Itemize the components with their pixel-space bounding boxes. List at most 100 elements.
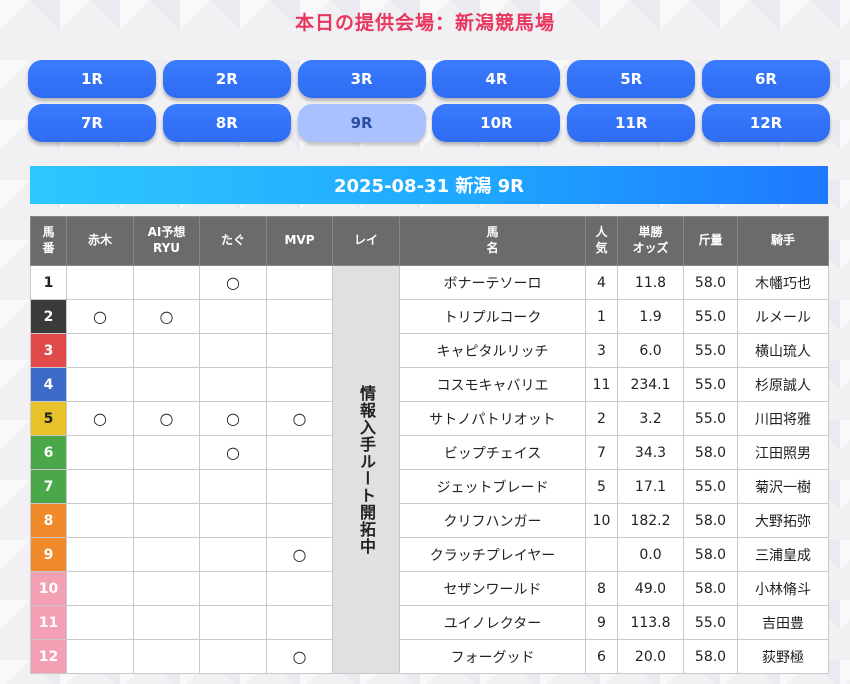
- horse-name: ビップチェイス: [399, 435, 586, 470]
- mark-tagu: ○: [199, 435, 267, 470]
- win-odds: 6.0: [617, 333, 684, 368]
- race-header: 2025-08-31 新潟 9R: [30, 166, 828, 204]
- entries-table: 馬 番 赤木 AI予想 RYU たぐ MVP レイ 馬 名 人 気 単勝 オッズ…: [30, 216, 829, 674]
- col-header-num: 馬 番: [30, 216, 67, 266]
- mark-mvp: [266, 503, 333, 538]
- mark-ai-ryu: [133, 537, 200, 572]
- win-odds: 0.0: [617, 537, 684, 572]
- mark-ai-ryu: ○: [133, 299, 200, 334]
- mark-tagu: [199, 469, 267, 504]
- popularity: 9: [585, 605, 618, 640]
- carried-weight: 55.0: [683, 401, 738, 436]
- popularity: 10: [585, 503, 618, 538]
- mark-akagi: [66, 571, 134, 606]
- popularity: 5: [585, 469, 618, 504]
- popularity: 7: [585, 435, 618, 470]
- horse-name: クラッチプレイヤー: [399, 537, 586, 572]
- mark-tagu: ○: [199, 265, 267, 300]
- mark-akagi: [66, 367, 134, 402]
- jockey-name: ルメール: [737, 299, 829, 334]
- race-button-9r[interactable]: 9R: [297, 104, 426, 142]
- table-row[interactable]: 11 ユイノレクター 9 113.8 55.0 吉田豊: [30, 605, 829, 640]
- rei-notice: 情報入手ルート開拓中: [332, 265, 400, 674]
- horse-number: 1: [30, 265, 67, 300]
- popularity: 11: [585, 367, 618, 402]
- race-button-4r[interactable]: 4R: [432, 60, 561, 98]
- mark-tagu: [199, 605, 267, 640]
- win-odds: 20.0: [617, 639, 684, 674]
- mark-akagi: ○: [66, 299, 134, 334]
- race-button-2r[interactable]: 2R: [162, 60, 291, 98]
- mark-ai-ryu: [133, 605, 200, 640]
- mark-mvp: [266, 333, 333, 368]
- table-row[interactable]: 9 ○ クラッチプレイヤー 0.0 58.0 三浦皇成: [30, 537, 829, 572]
- win-odds: 113.8: [617, 605, 684, 640]
- horse-name: ユイノレクター: [399, 605, 586, 640]
- mark-mvp: [266, 435, 333, 470]
- jockey-name: 横山琉人: [737, 333, 829, 368]
- win-odds: 17.1: [617, 469, 684, 504]
- horse-number: 3: [30, 333, 67, 368]
- win-odds: 234.1: [617, 367, 684, 402]
- carried-weight: 58.0: [683, 639, 738, 674]
- race-button-3r[interactable]: 3R: [297, 60, 426, 98]
- jockey-name: 大野拓弥: [737, 503, 829, 538]
- mark-akagi: [66, 537, 134, 572]
- col-header-ai: AI予想 RYU: [133, 216, 200, 266]
- entries-body: 1 ○ 情報入手ルート開拓中 ボナーテソーロ 4 11.8 58.0 木幡巧也 2 ○ ○ トリプルコ…: [30, 265, 829, 674]
- mark-ai-ryu: [133, 639, 200, 674]
- table-row[interactable]: 8 クリフハンガー 10 182.2 58.0 大野拓弥: [30, 503, 829, 538]
- carried-weight: 58.0: [683, 537, 738, 572]
- horse-name: ジェットブレード: [399, 469, 586, 504]
- table-row[interactable]: 6 ○ ビップチェイス 7 34.3 58.0 江田照男: [30, 435, 829, 470]
- mark-tagu: ○: [199, 401, 267, 436]
- mark-tagu: [199, 537, 267, 572]
- mark-ai-ryu: [133, 435, 200, 470]
- race-button-10r[interactable]: 10R: [432, 104, 561, 142]
- table-row[interactable]: 4 コスモキャバリエ 11 234.1 55.0 杉原誠人: [30, 367, 829, 402]
- popularity: 2: [585, 401, 618, 436]
- table-row[interactable]: 7 ジェットブレード 5 17.1 55.0 菊沢一樹: [30, 469, 829, 504]
- table-row[interactable]: 12 ○ フォーグッド 6 20.0 58.0 荻野極: [30, 639, 829, 674]
- win-odds: 34.3: [617, 435, 684, 470]
- mark-tagu: [199, 299, 267, 334]
- carried-weight: 55.0: [683, 605, 738, 640]
- mark-ai-ryu: ○: [133, 401, 200, 436]
- table-row[interactable]: 10 セザンワールド 8 49.0 58.0 小林脩斗: [30, 571, 829, 606]
- venue-title: 本日の提供会場：新潟競馬場: [294, 12, 555, 34]
- popularity: [585, 537, 618, 572]
- mark-mvp: [266, 571, 333, 606]
- mark-mvp: [266, 367, 333, 402]
- table-row[interactable]: 3 キャピタルリッチ 3 6.0 55.0 横山琉人: [30, 333, 829, 368]
- horse-number: 6: [30, 435, 67, 470]
- horse-number: 2: [30, 299, 67, 334]
- race-button-1r[interactable]: 1R: [28, 60, 156, 98]
- race-button-5r[interactable]: 5R: [567, 60, 696, 98]
- race-button-7r[interactable]: 7R: [28, 104, 156, 142]
- horse-name: サトノパトリオット: [399, 401, 586, 436]
- mark-ai-ryu: [133, 503, 200, 538]
- horse-number: 5: [30, 401, 67, 436]
- popularity: 3: [585, 333, 618, 368]
- popularity: 4: [585, 265, 618, 300]
- race-button-11r[interactable]: 11R: [567, 104, 696, 142]
- carried-weight: 58.0: [683, 265, 738, 300]
- jockey-name: 杉原誠人: [737, 367, 829, 402]
- race-button-12r[interactable]: 12R: [701, 104, 830, 142]
- table-row[interactable]: 5 ○ ○ ○ ○ サトノパトリオット 2 3.2 55.0 川田将雅: [30, 401, 829, 436]
- mark-tagu: [199, 333, 267, 368]
- col-header-jockey: 騎手: [737, 216, 829, 266]
- mark-akagi: [66, 639, 134, 674]
- race-button-8r[interactable]: 8R: [162, 104, 291, 142]
- mark-akagi: [66, 469, 134, 504]
- mark-akagi: [66, 605, 134, 640]
- carried-weight: 58.0: [683, 435, 738, 470]
- race-button-6r[interactable]: 6R: [701, 60, 830, 98]
- col-header-tagu: たぐ: [199, 216, 267, 266]
- horse-name: クリフハンガー: [399, 503, 586, 538]
- carried-weight: 55.0: [683, 333, 738, 368]
- table-row[interactable]: 2 ○ ○ トリプルコーク 1 1.9 55.0 ルメール: [30, 299, 829, 334]
- mark-mvp: [266, 605, 333, 640]
- table-row[interactable]: 1 ○ 情報入手ルート開拓中 ボナーテソーロ 4 11.8 58.0 木幡巧也: [30, 265, 829, 674]
- col-header-mvp: MVP: [266, 216, 333, 266]
